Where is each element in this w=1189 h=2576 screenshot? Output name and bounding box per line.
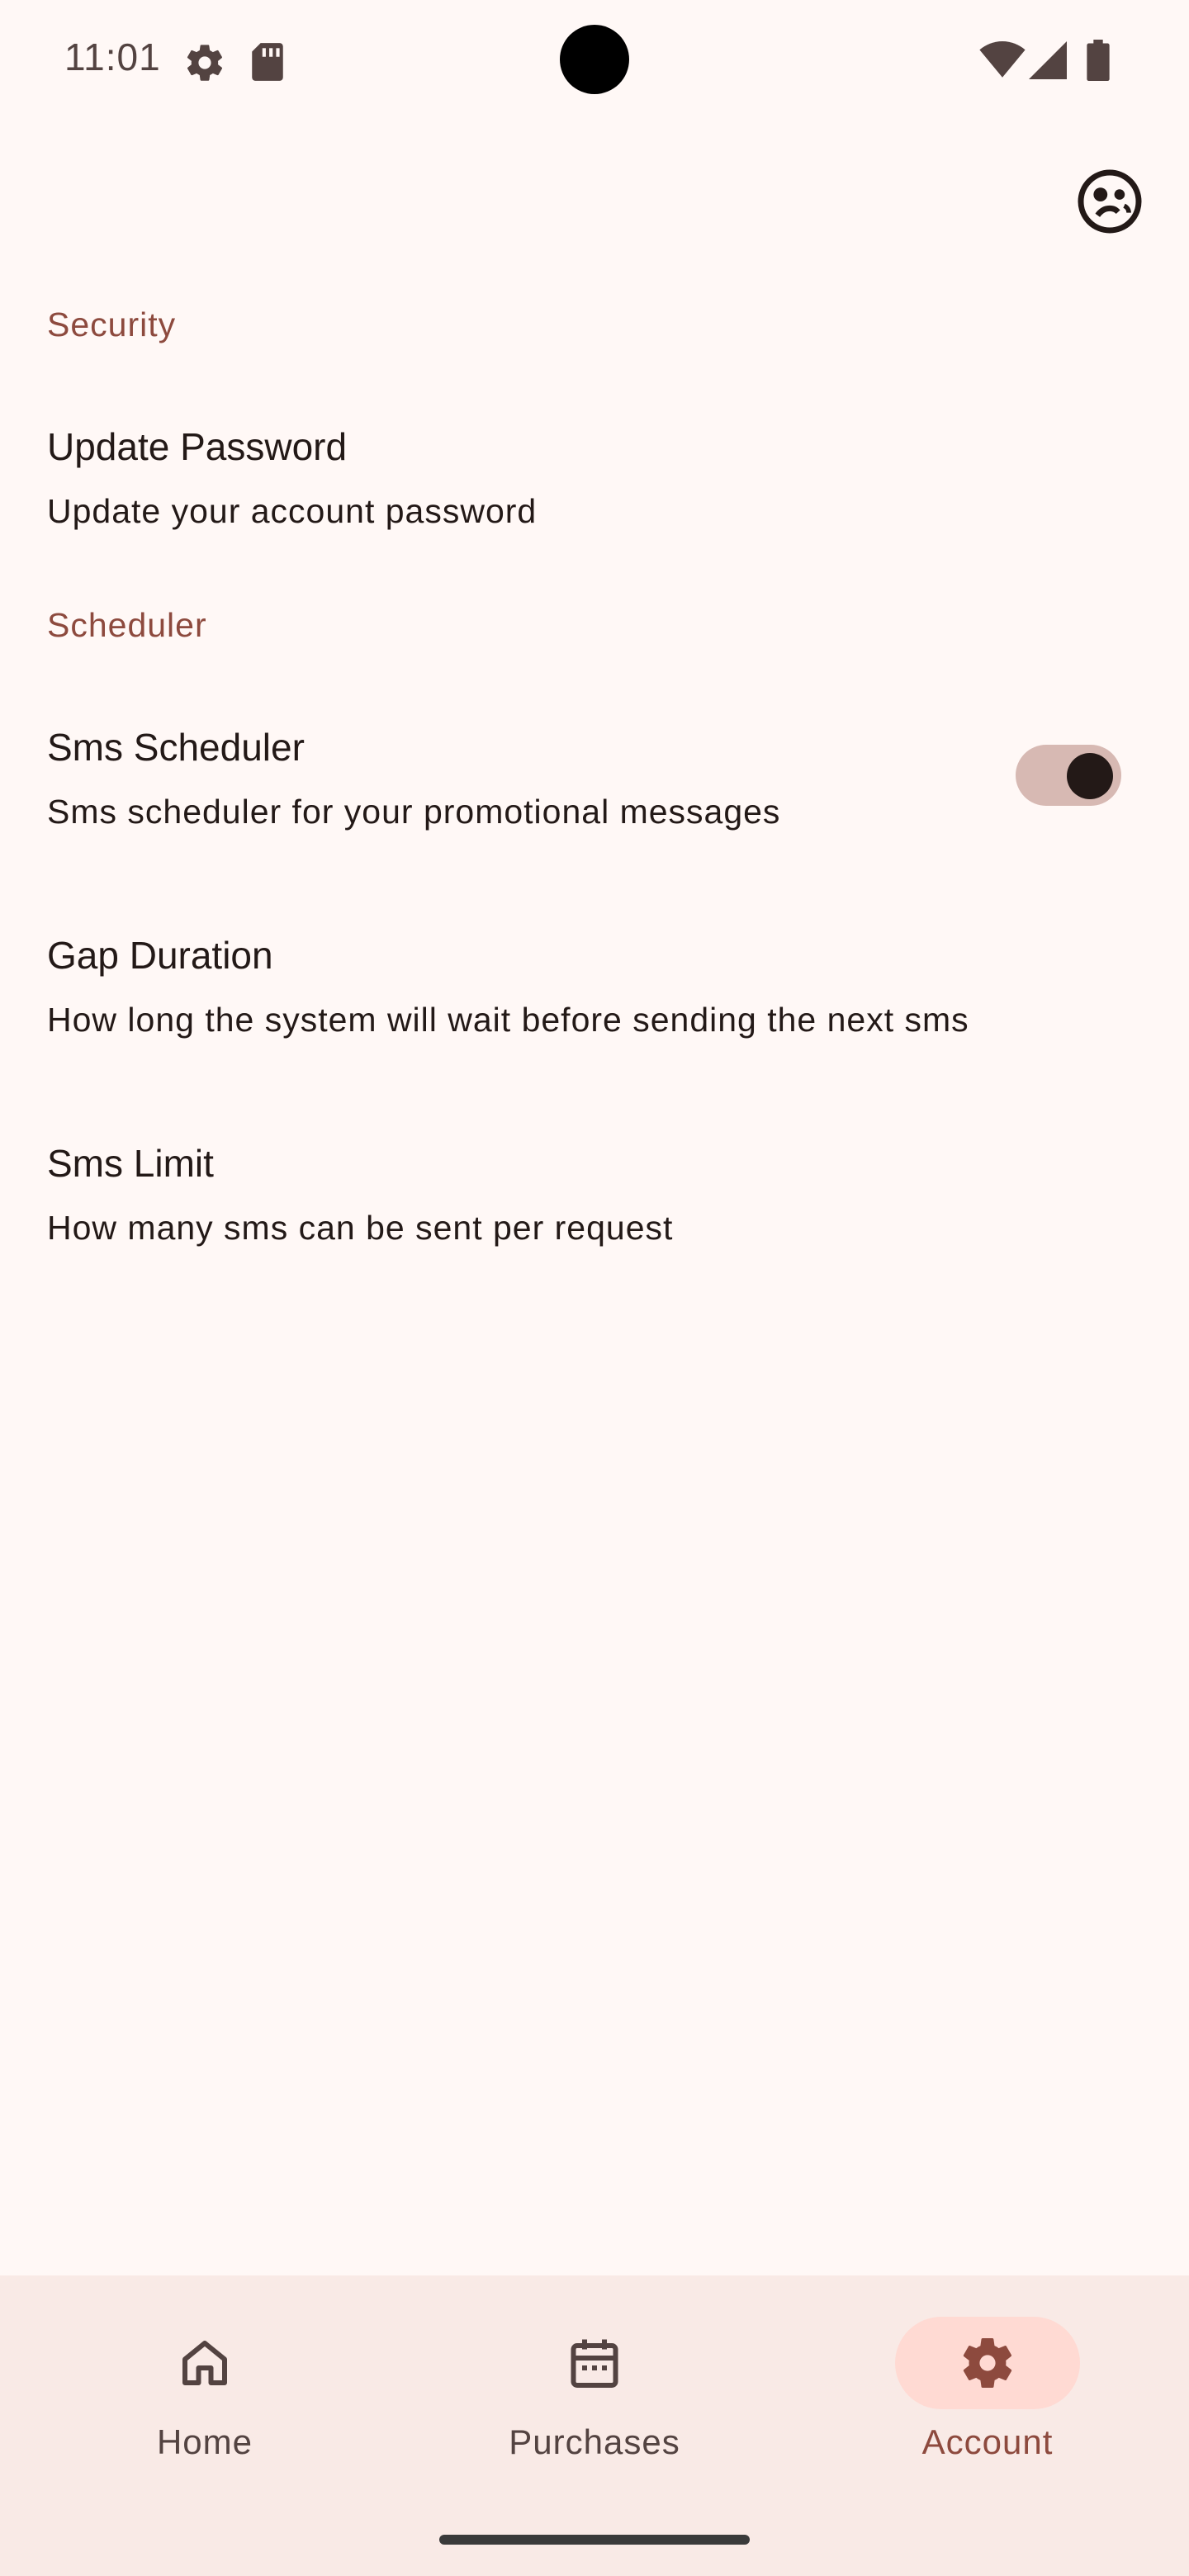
camera-cutout: [560, 25, 629, 94]
nav-label-home: Home: [156, 2422, 253, 2461]
theme-face-icon[interactable]: [1075, 167, 1144, 236]
home-indicator[interactable]: [439, 2535, 750, 2545]
home-icon: [182, 2341, 227, 2385]
item-subtitle: How long the system will wait before sen…: [47, 1001, 969, 1039]
status-bar: 11:01: [0, 0, 1189, 116]
nav-label-account: Account: [921, 2422, 1054, 2461]
nav-item-purchases[interactable]: Purchases: [396, 2275, 793, 2490]
nav-item-home[interactable]: Home: [7, 2275, 403, 2490]
nav-label-purchases: Purchases: [509, 2422, 680, 2461]
item-subtitle: Sms scheduler for your promotional messa…: [47, 793, 781, 831]
battery-icon: [1087, 40, 1110, 81]
calendar-icon: [571, 2339, 618, 2388]
settings-gear-icon: [187, 45, 223, 81]
item-title: Sms Limit: [47, 1142, 214, 1185]
toggle-thumb: [1067, 753, 1113, 799]
section-title-security: Security: [47, 305, 177, 343]
bottom-navigation: Home Purchases Account: [0, 2275, 1189, 2576]
sd-card-icon: [252, 43, 283, 81]
item-title: Sms Scheduler: [47, 726, 305, 769]
nav-item-account[interactable]: Account: [789, 2275, 1186, 2490]
item-title: Update Password: [47, 425, 348, 468]
cell-signal-icon: [1029, 41, 1067, 79]
wifi-icon: [979, 41, 1026, 78]
item-subtitle: Update your account password: [47, 492, 538, 530]
status-time: 11:01: [64, 36, 161, 78]
item-subtitle: How many sms can be sent per request: [47, 1209, 674, 1247]
item-title: Gap Duration: [47, 934, 273, 977]
settings-icon: [963, 2338, 1012, 2389]
section-title-scheduler: Scheduler: [47, 606, 207, 644]
